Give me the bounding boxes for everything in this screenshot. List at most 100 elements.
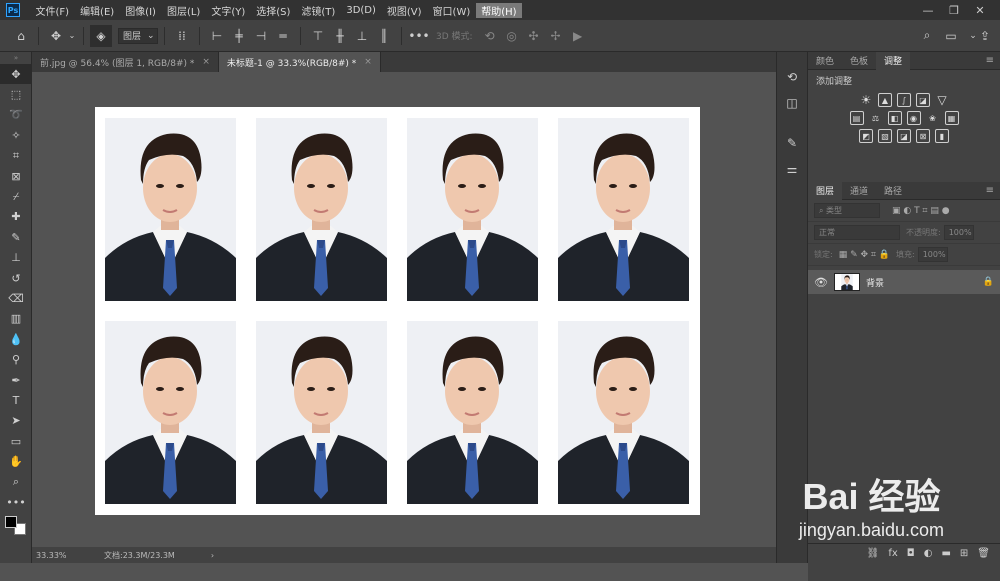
magic-wand-tool-icon[interactable]: ✧	[0, 125, 32, 145]
color-swatches[interactable]	[0, 513, 31, 543]
tab-color[interactable]: 颜色	[808, 52, 842, 70]
align-middle-icon[interactable]: ╫	[329, 25, 351, 47]
marquee-tool-icon[interactable]: ⬚	[0, 84, 32, 104]
move-tool-icon[interactable]: ✥	[45, 25, 67, 47]
3d-camera-icon[interactable]: ▶	[567, 25, 589, 47]
color-balance-icon[interactable]: ⚖	[869, 111, 883, 125]
close-icon[interactable]: ×	[202, 57, 210, 67]
document-canvas[interactable]	[95, 107, 700, 515]
search-icon[interactable]: ⌕	[916, 25, 938, 47]
align-left-icon[interactable]: ⊢	[206, 25, 228, 47]
collapse-icon[interactable]: »	[0, 52, 32, 64]
eyedropper-tool-icon[interactable]: ⌿	[0, 186, 32, 206]
photo-filter-icon[interactable]: ◉	[907, 111, 921, 125]
tab-adjustments[interactable]: 调整	[876, 52, 910, 70]
auto-select-dropdown[interactable]: 图层⌄	[118, 28, 158, 44]
crop-tool-icon[interactable]: ⌗	[0, 146, 32, 166]
fx-icon[interactable]: fx	[888, 548, 897, 559]
menu-file[interactable]: 文件(F)	[30, 3, 75, 18]
properties-panel-icon[interactable]: ◫	[777, 90, 807, 116]
lasso-tool-icon[interactable]: ➰	[0, 105, 32, 125]
distribute-vertical-icon[interactable]: ║	[373, 25, 395, 47]
home-icon[interactable]: ⌂	[10, 25, 32, 47]
layer-row-background[interactable]: 👁 背景 🔒	[808, 270, 1000, 294]
new-layer-icon[interactable]: ⊞	[960, 548, 968, 559]
fill-field[interactable]: 100%	[918, 247, 948, 262]
blend-mode-select[interactable]: 正常	[814, 225, 900, 240]
status-menu-arrow[interactable]: ›	[211, 551, 214, 560]
stamp-tool-icon[interactable]: ⊥	[0, 248, 32, 268]
panel-menu-icon[interactable]: ≡	[986, 185, 994, 196]
menu-type[interactable]: 文字(Y)	[206, 3, 251, 18]
tab-untitled-1[interactable]: 未标题-1 @ 33.3%(RGB/8#) *×	[219, 52, 381, 72]
menu-window[interactable]: 窗口(W)	[427, 3, 476, 18]
history-panel-icon[interactable]: ⟲	[777, 64, 807, 90]
brush-settings-icon[interactable]: ⚌	[777, 156, 807, 182]
link-icon[interactable]: ⛓	[867, 548, 880, 559]
menu-select[interactable]: 选择(S)	[251, 3, 296, 18]
menu-3d[interactable]: 3D(D)	[341, 5, 382, 16]
zoom-level[interactable]: 33.33%	[36, 551, 84, 560]
close-icon[interactable]: ×	[364, 57, 372, 67]
mask-icon[interactable]: ◘	[907, 548, 915, 559]
brightness-icon[interactable]: ☀	[859, 93, 873, 107]
levels-icon[interactable]: ▲	[878, 93, 892, 107]
3d-roll-icon[interactable]: ◎	[501, 25, 523, 47]
posterize-icon[interactable]: ▧	[878, 129, 892, 143]
move-tool-icon[interactable]: ✥	[0, 64, 32, 84]
tab-front-jpg[interactable]: 前.jpg @ 56.4% (图层 1, RGB/8#) *×	[32, 52, 219, 72]
type-tool-icon[interactable]: T	[0, 390, 32, 410]
frame-tool-icon[interactable]: ⊠	[0, 166, 32, 186]
channel-mixer-icon[interactable]: ❀	[926, 111, 940, 125]
exposure-icon[interactable]: ◪	[916, 93, 930, 107]
healing-brush-tool-icon[interactable]: ✚	[0, 207, 32, 227]
panel-menu-icon[interactable]: ≡	[986, 55, 994, 66]
trash-icon[interactable]: 🗑	[977, 548, 990, 559]
edit-toolbar-icon[interactable]: •••	[0, 492, 32, 512]
color-lookup-icon[interactable]: ▦	[945, 111, 959, 125]
3d-pan-icon[interactable]: ✣	[523, 25, 545, 47]
hand-tool-icon[interactable]: ✋	[0, 451, 32, 471]
black-white-icon[interactable]: ◧	[888, 111, 902, 125]
3d-slide-icon[interactable]: ✢	[545, 25, 567, 47]
blur-tool-icon[interactable]: 💧	[0, 329, 32, 349]
opacity-field[interactable]: 100%	[944, 225, 974, 240]
tab-paths[interactable]: 路径	[876, 182, 910, 200]
align-top-icon[interactable]: ⊤	[307, 25, 329, 47]
gradient-map-icon[interactable]: ▮	[935, 129, 949, 143]
menu-filter[interactable]: 滤镜(T)	[296, 3, 341, 18]
maximize-icon[interactable]: ❐	[942, 0, 966, 20]
layer-filter-field[interactable]: ⌕ 类型	[814, 203, 880, 218]
menu-view[interactable]: 视图(V)	[381, 3, 427, 18]
invert-icon[interactable]: ◩	[859, 129, 873, 143]
folder-icon[interactable]: ▬	[941, 548, 950, 559]
menu-image[interactable]: 图像(I)	[120, 3, 162, 18]
gradient-tool-icon[interactable]: ▥	[0, 309, 32, 329]
selective-color-icon[interactable]: ⊠	[916, 129, 930, 143]
adjustment-layer-icon[interactable]: ◐	[924, 548, 933, 559]
pen-tool-icon[interactable]: ✒	[0, 370, 32, 390]
close-icon[interactable]: ✕	[968, 0, 992, 20]
auto-select-icon[interactable]: ◈	[90, 25, 112, 47]
dodge-tool-icon[interactable]: ⚲	[0, 349, 32, 369]
hue-saturation-icon[interactable]: ▤	[850, 111, 864, 125]
threshold-icon[interactable]: ◪	[897, 129, 911, 143]
menu-edit[interactable]: 编辑(E)	[75, 3, 120, 18]
eye-icon[interactable]: 👁	[814, 276, 828, 289]
tab-channels[interactable]: 通道	[842, 182, 876, 200]
workspace-icon[interactable]: ▭	[940, 25, 962, 47]
align-center-icon[interactable]: ╪	[228, 25, 250, 47]
align-right-icon[interactable]: ⊣	[250, 25, 272, 47]
filter-icons[interactable]: ▣ ◐ T ⌗ ▤ ●	[892, 206, 950, 216]
distribute-icon[interactable]: ═	[272, 25, 294, 47]
zoom-tool-icon[interactable]: ⌕	[0, 472, 32, 492]
tab-swatches[interactable]: 色板	[842, 52, 876, 70]
rectangle-tool-icon[interactable]: ▭	[0, 431, 32, 451]
canvas-area[interactable]	[32, 72, 776, 547]
minimize-icon[interactable]: —	[916, 0, 940, 20]
history-brush-tool-icon[interactable]: ↺	[0, 268, 32, 288]
chevron-down-icon[interactable]: ⌄	[67, 25, 77, 47]
menu-layer[interactable]: 图层(L)	[161, 3, 205, 18]
vibrance-icon[interactable]: ▽	[935, 93, 949, 107]
eraser-tool-icon[interactable]: ⌫	[0, 288, 32, 308]
